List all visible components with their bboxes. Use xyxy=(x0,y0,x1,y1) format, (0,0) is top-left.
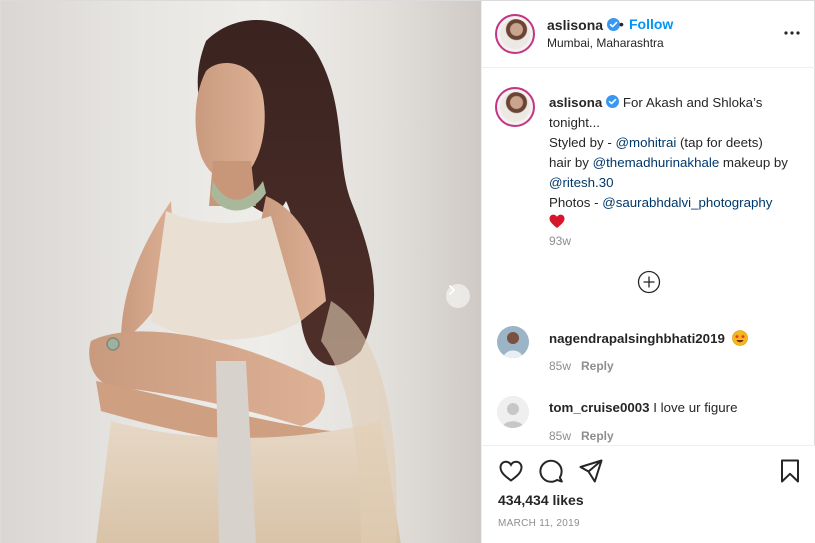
caption-username[interactable]: aslisona xyxy=(549,95,602,110)
post-side-panel: aslisona • Follow Mumbai, Maharashtra as… xyxy=(481,1,815,543)
mention-link[interactable]: @ritesh.30 xyxy=(549,175,614,190)
caption-styled-suffix: (tap for deets) xyxy=(676,135,763,150)
comment-timestamp[interactable]: 85w xyxy=(549,359,571,373)
caption-styled-prefix: Styled by - xyxy=(549,135,616,150)
commenter-avatar[interactable] xyxy=(497,326,529,358)
star-struck-emoji-icon xyxy=(731,330,748,346)
load-more-comments-icon[interactable] xyxy=(637,270,661,294)
comment-item: tom_cruise0003 I love ur figure 85w Reply xyxy=(497,396,815,444)
post-actions: 434,434 likes MARCH 11, 2019 xyxy=(482,445,815,543)
caption-photos-prefix: Photos - xyxy=(549,195,603,210)
post-date[interactable]: MARCH 11, 2019 xyxy=(498,518,580,529)
more-options-icon[interactable] xyxy=(782,23,802,43)
author-avatar[interactable] xyxy=(495,14,535,54)
mention-link[interactable]: @mohitrai xyxy=(616,135,677,150)
post-location[interactable]: Mumbai, Maharashtra xyxy=(547,36,664,50)
comment-meta: 85w Reply xyxy=(549,429,614,443)
follow-button[interactable]: Follow xyxy=(629,16,673,32)
instagram-post: aslisona • Follow Mumbai, Maharashtra as… xyxy=(0,0,815,543)
chevron-right-icon xyxy=(449,285,455,295)
share-icon[interactable] xyxy=(578,458,604,484)
likes-count[interactable]: 434,434 likes xyxy=(498,492,584,508)
default-avatar-icon xyxy=(497,396,529,428)
verified-badge-icon xyxy=(606,95,620,108)
avatar-photo xyxy=(497,326,529,358)
caption-avatar[interactable] xyxy=(495,87,535,127)
comment-text: nagendrapalsinghbhati2019 xyxy=(549,330,748,346)
post-caption: aslisona For Akash and Shloka’s tonight.… xyxy=(549,93,804,233)
mention-link[interactable]: @themadhurinakhale xyxy=(593,155,720,170)
mention-link[interactable]: @saurabhdalvi_photography xyxy=(602,195,772,210)
comment-text: tom_cruise0003 I love ur figure xyxy=(549,400,738,415)
comment-icon[interactable] xyxy=(538,458,564,484)
reply-button[interactable]: Reply xyxy=(581,429,614,443)
next-photo-button[interactable] xyxy=(446,284,470,308)
author-username[interactable]: aslisona xyxy=(547,17,621,33)
reply-button[interactable]: Reply xyxy=(581,359,614,373)
header-separator: • xyxy=(619,16,624,32)
caption-makeup-prefix: makeup by xyxy=(719,155,788,170)
bookmark-icon[interactable] xyxy=(777,458,803,484)
caption-timestamp[interactable]: 93w xyxy=(549,234,571,248)
comment-item: nagendrapalsinghbhati2019 85w Reply xyxy=(497,326,815,376)
post-header: aslisona • Follow Mumbai, Maharashtra xyxy=(482,1,815,68)
heart-icon[interactable] xyxy=(498,458,524,484)
comment-username[interactable]: nagendrapalsinghbhati2019 xyxy=(549,331,725,346)
comment-meta: 85w Reply xyxy=(549,359,614,373)
comment-username[interactable]: tom_cruise0003 xyxy=(549,400,650,415)
post-photo[interactable] xyxy=(1,1,481,543)
commenter-avatar[interactable] xyxy=(497,396,529,428)
red-heart-emoji-icon xyxy=(549,214,565,228)
caption-hair-prefix: hair by xyxy=(549,155,593,170)
comment-body: I love ur figure xyxy=(653,400,738,415)
comment-timestamp[interactable]: 85w xyxy=(549,429,571,443)
photo-illustration xyxy=(89,19,401,543)
